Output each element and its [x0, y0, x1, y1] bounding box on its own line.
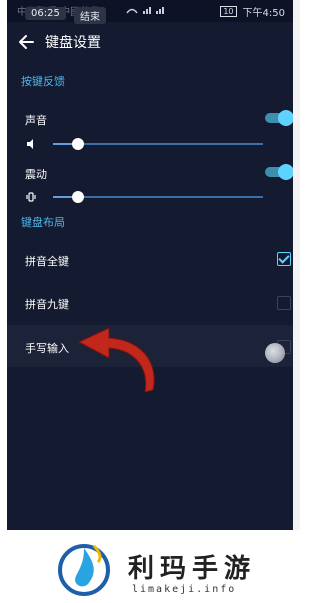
page-title: 键盘设置	[45, 35, 101, 51]
option-checkbox[interactable]	[277, 252, 291, 266]
vibrate-icon	[26, 192, 36, 202]
brand-name: 利玛手游	[128, 554, 257, 584]
speaker-icon	[27, 139, 33, 149]
vibrate-toggle-knob	[278, 164, 293, 180]
touch-indicator	[265, 343, 285, 363]
settings-screen: 中國聯通 中國移動 06:25 结束 10 下午4:50	[7, 0, 293, 530]
call-time-pill[interactable]: 06:25	[25, 7, 66, 20]
feedback-section-label: 按键反馈	[21, 75, 65, 88]
sound-toggle-knob	[278, 110, 293, 126]
status-bar: 中國聯通 中國移動 06:25 结束 10 下午4:50	[7, 0, 293, 24]
sound-toggle[interactable]	[265, 110, 293, 126]
back-arrow-icon[interactable]	[17, 33, 35, 51]
vibrate-slider-thumb[interactable]	[72, 191, 85, 203]
app-header: 键盘设置	[7, 28, 293, 58]
vibrate-strength-slider[interactable]	[53, 191, 263, 203]
battery-icon: 10	[220, 6, 237, 17]
vibrate-label: 震动	[25, 168, 47, 181]
option-label: 拼音九键	[25, 298, 69, 311]
wifi-signal-icon	[125, 5, 181, 18]
option-label: 手写输入	[25, 342, 69, 355]
status-right: 10 下午4:50	[220, 4, 285, 19]
sound-slider-thumb[interactable]	[72, 138, 85, 150]
clock-text: 下午4:50	[242, 8, 285, 19]
red-pointer-arrow-icon	[77, 328, 155, 393]
option-checkbox[interactable]	[277, 296, 291, 310]
sound-label: 声音	[25, 114, 47, 127]
phone-frame: 中國聯通 中國移動 06:25 结束 10 下午4:50	[0, 0, 300, 603]
end-call-pill[interactable]: 结束	[74, 7, 106, 24]
page-edge	[293, 0, 300, 530]
sound-volume-slider[interactable]	[53, 138, 263, 150]
brand-logo-icon	[58, 544, 110, 596]
brand-domain: limakeji.info	[132, 584, 237, 595]
vibrate-toggle[interactable]	[265, 164, 293, 180]
layout-section-label: 键盘布局	[21, 216, 65, 229]
option-label: 拼音全键	[25, 255, 69, 268]
